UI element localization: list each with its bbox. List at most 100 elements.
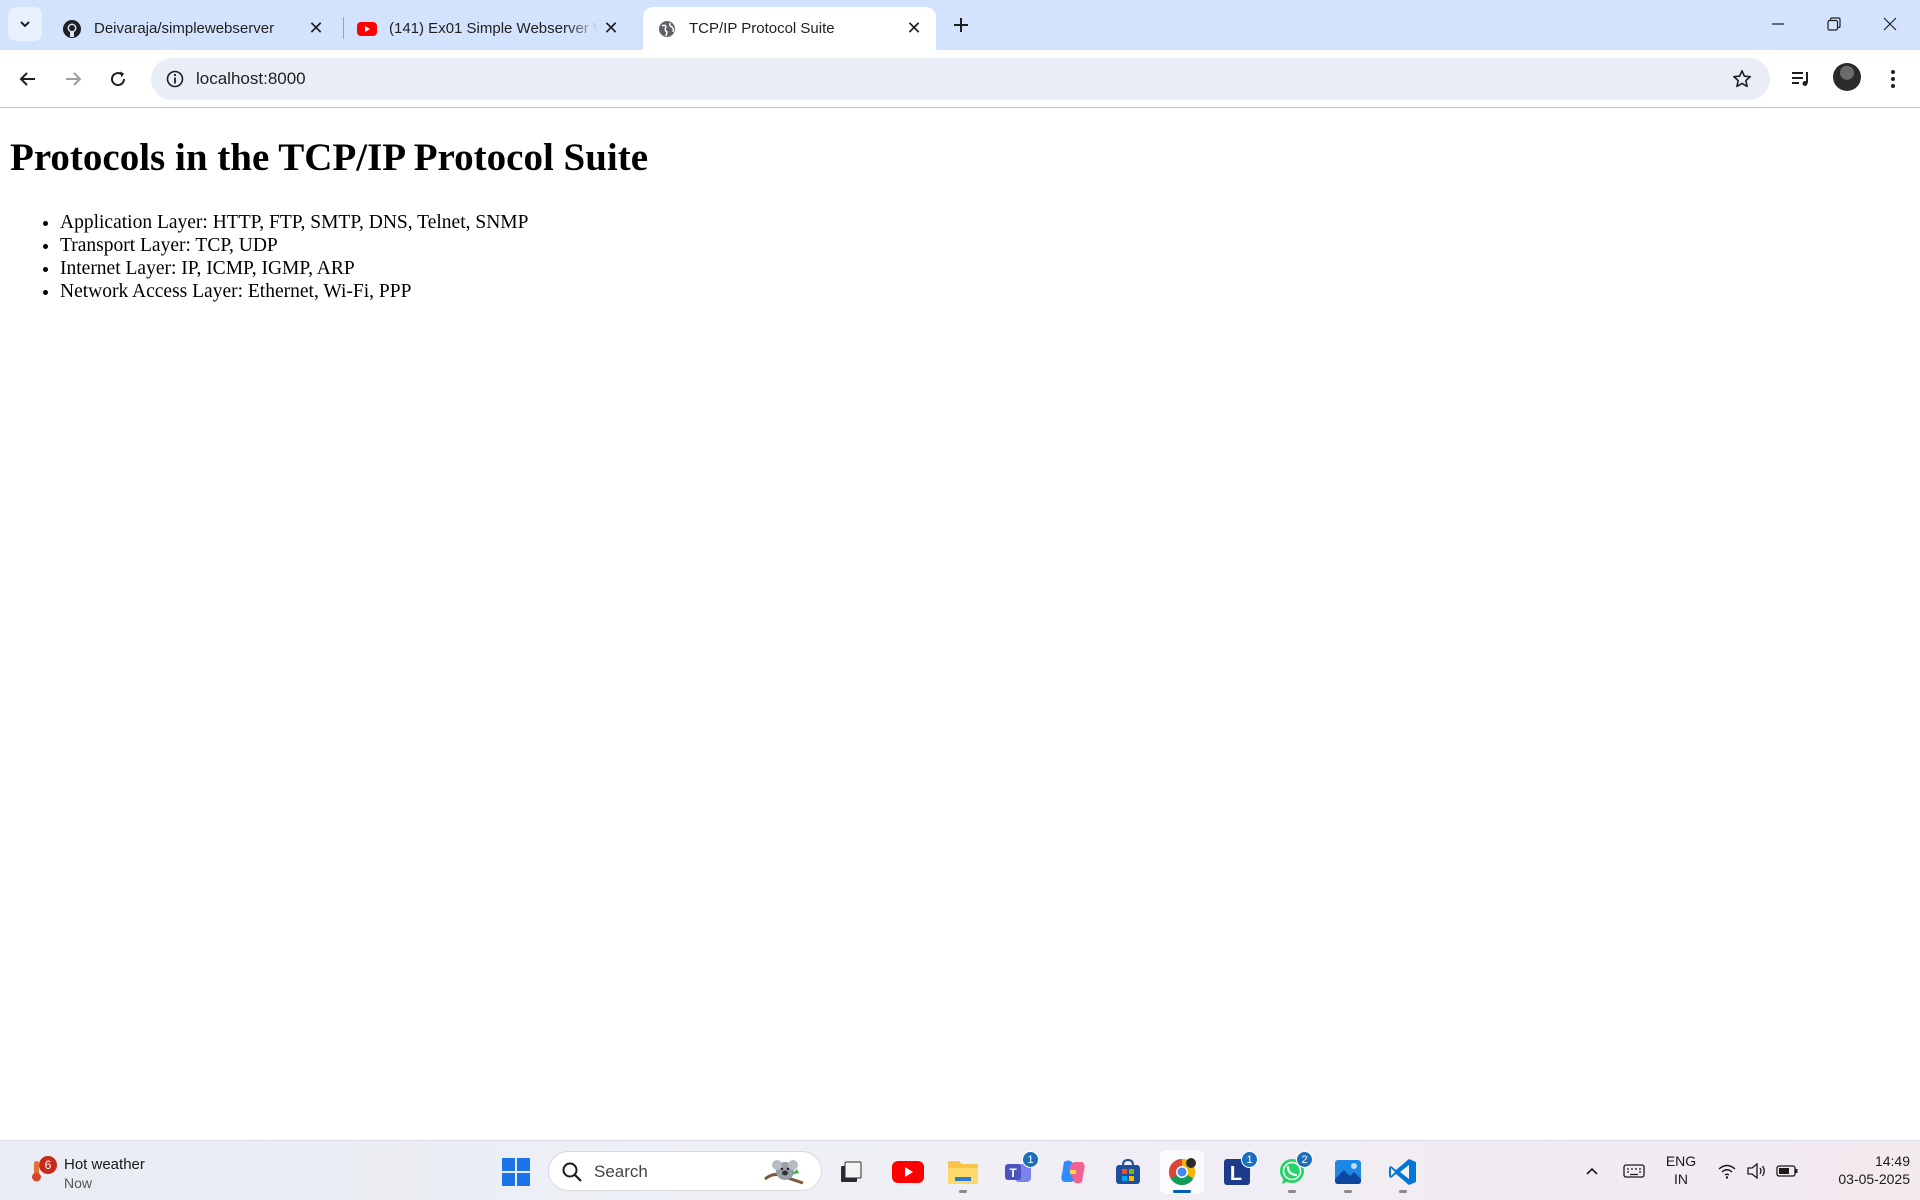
media-controls-button[interactable] [1783, 61, 1819, 97]
svg-text:T: T [1009, 1166, 1017, 1180]
taskbar-teams[interactable]: T 1 [996, 1150, 1040, 1194]
notification-badge: 1 [1241, 1151, 1258, 1168]
chevron-down-icon [20, 21, 30, 28]
keyboard-icon [1623, 1164, 1645, 1178]
arrow-right-icon [66, 72, 82, 86]
taskbar-vscode[interactable] [1381, 1150, 1425, 1194]
taskbar-search[interactable]: Search [548, 1151, 822, 1191]
more-vert-icon [1891, 70, 1895, 88]
close-icon [1883, 17, 1897, 31]
notification-badge: 6 [39, 1156, 57, 1174]
taskbar-store[interactable] [1106, 1150, 1150, 1194]
taskbar-youtube[interactable] [886, 1150, 930, 1194]
windows-icon [502, 1158, 530, 1186]
tab-search-button[interactable] [8, 7, 42, 41]
playlist-icon [1792, 72, 1808, 86]
site-info-icon[interactable] [159, 63, 191, 95]
page-title: Protocols in the TCP/IP Protocol Suite [10, 136, 649, 179]
clock-time: 14:49 [1874, 1153, 1910, 1169]
tab-youtube[interactable]: (141) Ex01 Simple Webserver VS Code ✕ [343, 7, 633, 50]
folder-icon [948, 1161, 978, 1184]
back-button[interactable] [10, 61, 46, 97]
volume-icon [1747, 1163, 1765, 1179]
language-indicator[interactable]: ENG IN [1661, 1152, 1701, 1188]
protocol-list: Application Layer: HTTP, FTP, SMTP, DNS,… [60, 211, 528, 303]
task-view-icon [841, 1161, 862, 1182]
chevron-up-icon [1586, 1167, 1598, 1175]
close-icon[interactable]: ✕ [599, 17, 623, 41]
photos-icon [1335, 1160, 1361, 1184]
taskbar-clock[interactable]: 14:49 03-05-2025 [1810, 1152, 1910, 1188]
reload-icon [111, 71, 126, 87]
running-indicator [959, 1190, 967, 1193]
list-item: Transport Layer: TCP, UDP [60, 234, 528, 257]
restore-icon [1827, 17, 1841, 31]
globe-icon [657, 19, 677, 39]
taskbar: 6 Hot weather Now Search T 1 L 1 2 ENG I… [0, 1140, 1920, 1200]
browser-toolbar: localhost:8000 [0, 50, 1920, 108]
taskbar-chrome[interactable] [1160, 1150, 1204, 1194]
search-icon [562, 1162, 582, 1182]
weather-title: Hot weather [64, 1156, 145, 1173]
reload-button[interactable] [100, 61, 136, 97]
github-icon [62, 19, 82, 39]
list-item: Internet Layer: IP, ICMP, IGMP, ARP [60, 257, 528, 280]
plus-icon [954, 18, 968, 32]
wifi-icon [1718, 1164, 1736, 1179]
clock-date: 03-05-2025 [1838, 1171, 1910, 1187]
close-icon[interactable]: ✕ [902, 17, 926, 41]
close-icon[interactable]: ✕ [304, 17, 328, 41]
taskbar-whatsapp[interactable]: 2 [1270, 1150, 1314, 1194]
restore-button[interactable] [1806, 0, 1862, 48]
address-bar[interactable]: localhost:8000 [151, 58, 1770, 100]
running-indicator [1399, 1190, 1407, 1193]
avatar[interactable] [1833, 63, 1861, 91]
tab-active[interactable]: TCP/IP Protocol Suite ✕ [643, 7, 936, 50]
weather-subtitle: Now [64, 1175, 93, 1191]
tab-title: (141) Ex01 Simple Webserver VS Code [389, 20, 599, 37]
battery-icon [1776, 1165, 1798, 1177]
bookmark-star-icon[interactable] [1726, 63, 1758, 95]
store-icon [1116, 1158, 1140, 1184]
menu-button[interactable] [1875, 61, 1911, 97]
chrome-icon [1168, 1158, 1196, 1186]
youtube-icon [357, 19, 377, 39]
wifi-status[interactable] [1713, 1141, 1741, 1200]
running-indicator [1344, 1190, 1352, 1193]
volume-status[interactable] [1743, 1141, 1771, 1200]
taskbar-copilot[interactable] [1051, 1150, 1095, 1194]
notification-badge: 2 [1296, 1151, 1313, 1168]
page-content: Protocols in the TCP/IP Protocol Suite A… [0, 109, 1920, 1140]
search-placeholder: Search [594, 1162, 648, 1181]
battery-status[interactable] [1773, 1141, 1801, 1200]
minimize-icon [1772, 23, 1784, 25]
taskbar-file-explorer[interactable] [941, 1150, 985, 1194]
tab-title: Deivaraja/simplewebserver [94, 20, 275, 37]
taskbar-l-app[interactable]: L 1 [1215, 1150, 1259, 1194]
list-item: Application Layer: HTTP, FTP, SMTP, DNS,… [60, 211, 528, 234]
copilot-icon [1061, 1160, 1085, 1184]
weather-widget[interactable]: 6 Hot weather Now [22, 1149, 172, 1193]
tab-title: TCP/IP Protocol Suite [689, 20, 835, 37]
tab-strip: Deivaraja/simplewebserver ✕ (141) Ex01 S… [0, 0, 1920, 50]
notification-badge: 1 [1022, 1151, 1039, 1168]
list-item: Network Access Layer: Ethernet, Wi-Fi, P… [60, 280, 528, 303]
svg-text:L: L [1230, 1163, 1242, 1185]
arrow-left-icon [19, 72, 35, 86]
tab-github[interactable]: Deivaraja/simplewebserver ✕ [48, 7, 338, 50]
show-hidden-icons-button[interactable] [1580, 1141, 1604, 1200]
language-code: ENG [1665, 1153, 1697, 1169]
koala-icon [764, 1160, 804, 1185]
new-tab-button[interactable] [944, 10, 978, 40]
task-view-button[interactable] [829, 1150, 873, 1194]
language-region: IN [1674, 1171, 1688, 1187]
running-indicator [1173, 1190, 1191, 1193]
touch-keyboard-button[interactable] [1620, 1141, 1648, 1200]
vscode-icon [1389, 1159, 1416, 1185]
minimize-button[interactable] [1750, 0, 1806, 48]
forward-button[interactable] [55, 61, 91, 97]
start-button[interactable] [494, 1150, 538, 1194]
taskbar-photos[interactable] [1326, 1150, 1370, 1194]
close-window-button[interactable] [1862, 0, 1918, 48]
address-text[interactable]: localhost:8000 [196, 69, 306, 89]
